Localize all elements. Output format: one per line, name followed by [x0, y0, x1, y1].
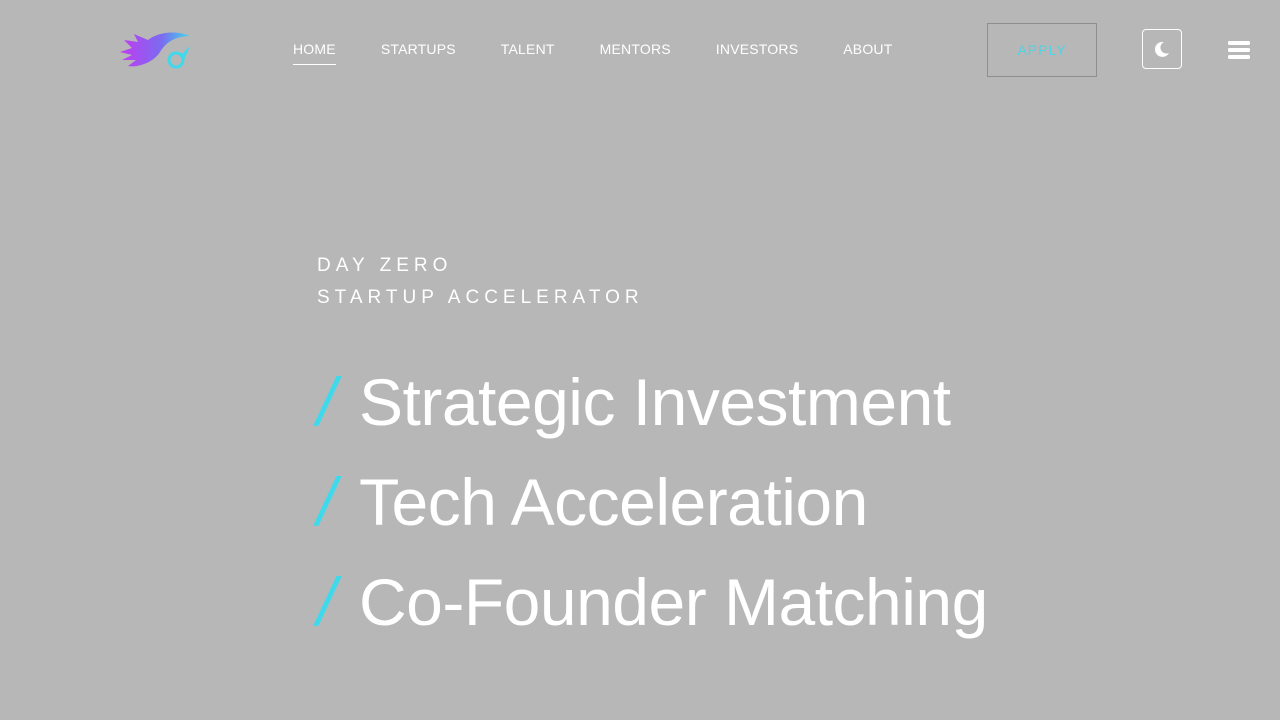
nav-home[interactable]: HOME	[293, 41, 336, 65]
headline-text: Tech Acceleration	[359, 465, 868, 539]
hero-eyebrow: DAY ZERO STARTUP ACCELERATOR	[317, 250, 644, 314]
eyebrow-line-1: DAY ZERO	[317, 255, 453, 276]
headline-text: Co-Founder Matching	[359, 565, 988, 639]
headline-item: / Co-Founder Matching	[317, 552, 988, 652]
headline-item: / Strategic Investment	[317, 352, 988, 452]
slash-accent: /	[317, 464, 336, 540]
menu-button[interactable]	[1226, 38, 1252, 62]
hero-headlines: / Strategic Investment / Tech Accelerati…	[317, 352, 988, 652]
apply-button[interactable]: APPLY	[987, 23, 1097, 77]
nav-startups[interactable]: STARTUPS	[381, 41, 456, 65]
slash-accent: /	[317, 364, 336, 440]
headline-text: Strategic Investment	[359, 365, 951, 439]
slash-accent: /	[317, 564, 336, 640]
headline-item: / Tech Acceleration	[317, 452, 988, 552]
moon-icon	[1154, 41, 1169, 57]
theme-toggle-button[interactable]	[1142, 29, 1182, 69]
nav-investors[interactable]: INVESTORS	[716, 41, 798, 65]
logo[interactable]	[118, 30, 194, 74]
nav-mentors[interactable]: MENTORS	[600, 41, 671, 65]
main-nav: HOME STARTUPS TALENT MENTORS INVESTORS A…	[293, 41, 937, 65]
nav-talent[interactable]: TALENT	[501, 41, 555, 65]
eyebrow-line-2: STARTUP ACCELERATOR	[317, 287, 644, 308]
nav-about[interactable]: ABOUT	[843, 41, 892, 65]
hamburger-menu-icon	[1228, 41, 1250, 59]
comet-rocket-logo-icon	[120, 32, 190, 69]
